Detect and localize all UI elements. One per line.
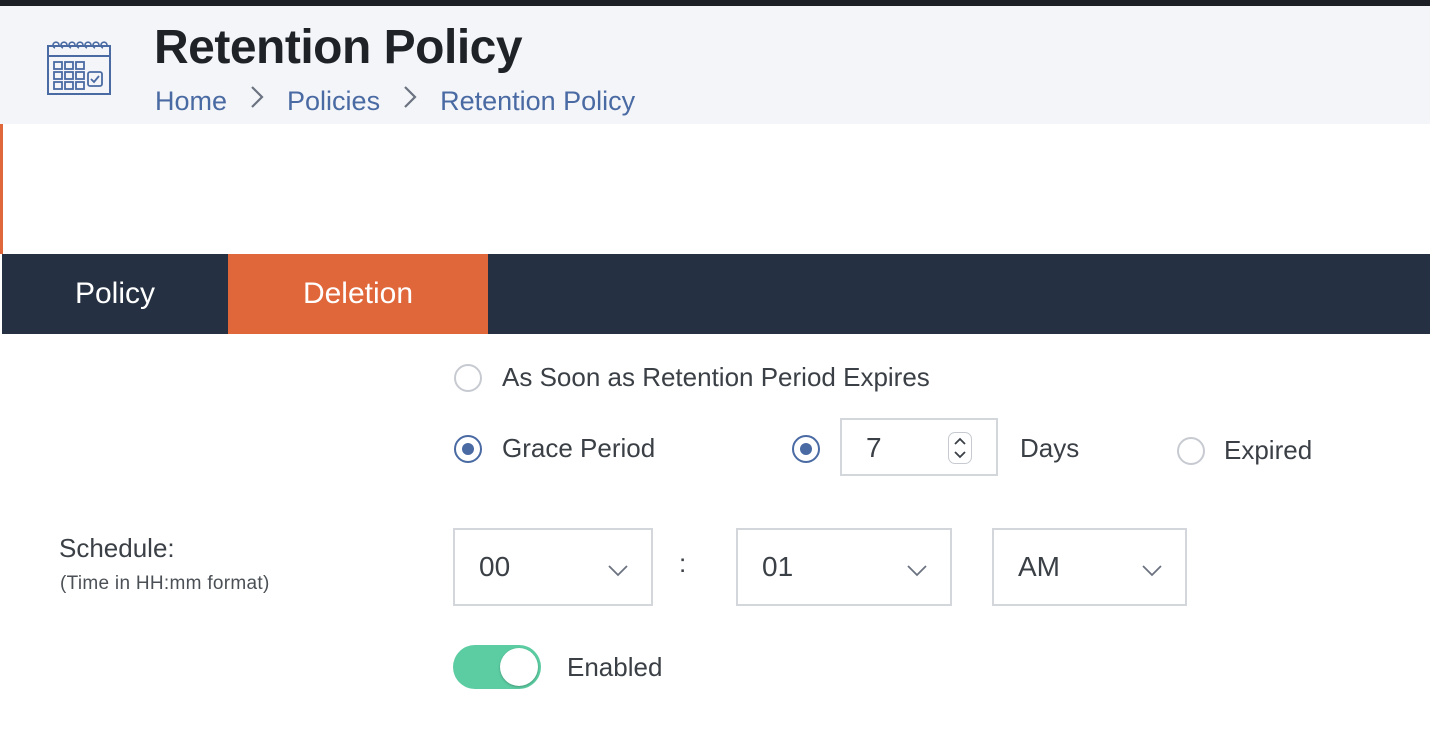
days-unit-label: Days — [1020, 433, 1080, 463]
meridiem-select[interactable]: AM — [992, 528, 1187, 606]
time-separator: : — [679, 548, 687, 578]
tab-bar: Policy Deletion — [2, 254, 1430, 334]
spin-up-icon[interactable] — [953, 437, 967, 446]
breadcrumb-policies[interactable]: Policies — [287, 84, 380, 118]
radio-expired-label: Expired — [1224, 435, 1313, 465]
radio-immediate[interactable] — [454, 364, 482, 392]
page-header: Retention Policy Home Policies Retention… — [0, 6, 1430, 124]
chevron-down-icon — [608, 565, 628, 577]
days-spinner[interactable] — [948, 432, 972, 464]
page-title: Retention Policy — [154, 21, 523, 74]
chevron-down-icon — [1142, 565, 1162, 577]
schedule-label: Schedule: — [59, 533, 175, 563]
tab-deletion[interactable]: Deletion — [228, 254, 488, 334]
chevron-right-icon — [227, 84, 287, 118]
schedule-hint: (Time in HH:mm format) — [60, 573, 270, 594]
breadcrumb: Home Policies Retention Policy — [155, 84, 635, 118]
spin-down-icon[interactable] — [953, 450, 967, 459]
minute-select[interactable]: 01 — [736, 528, 952, 606]
enabled-toggle[interactable] — [453, 645, 541, 689]
calendar-icon — [47, 41, 111, 95]
breadcrumb-retention-policy[interactable]: Retention Policy — [440, 84, 635, 118]
meridiem-value: AM — [1018, 551, 1060, 582]
days-value: 7 — [866, 432, 882, 463]
hour-value: 00 — [479, 551, 511, 582]
minute-value: 01 — [762, 551, 794, 582]
hour-select[interactable]: 00 — [453, 528, 653, 606]
days-input[interactable]: 7 — [840, 418, 998, 476]
enabled-label: Enabled — [567, 652, 663, 682]
breadcrumb-home[interactable]: Home — [155, 84, 227, 118]
radio-expired[interactable] — [1177, 437, 1205, 465]
radio-days[interactable] — [792, 435, 820, 463]
radio-grace-period-label: Grace Period — [502, 433, 656, 463]
radio-immediate-label: As Soon as Retention Period Expires — [502, 362, 930, 392]
accent-bar — [0, 124, 3, 254]
chevron-down-icon — [907, 565, 927, 577]
toggle-knob — [500, 648, 538, 686]
chevron-right-icon — [380, 84, 440, 118]
radio-grace-period[interactable] — [454, 435, 482, 463]
tab-policy[interactable]: Policy — [2, 254, 228, 334]
